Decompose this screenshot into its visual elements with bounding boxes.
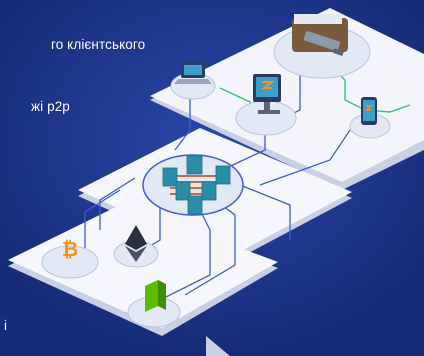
p2p-network-illustration: ₿ — [0, 0, 424, 356]
server-cluster-icon — [142, 154, 244, 216]
caption-line-2: жі p2p — [31, 99, 70, 114]
caption-line-1: го клієнтського — [51, 37, 146, 52]
svg-text:₿: ₿ — [62, 237, 78, 261]
caption-line-3: і — [4, 318, 8, 333]
